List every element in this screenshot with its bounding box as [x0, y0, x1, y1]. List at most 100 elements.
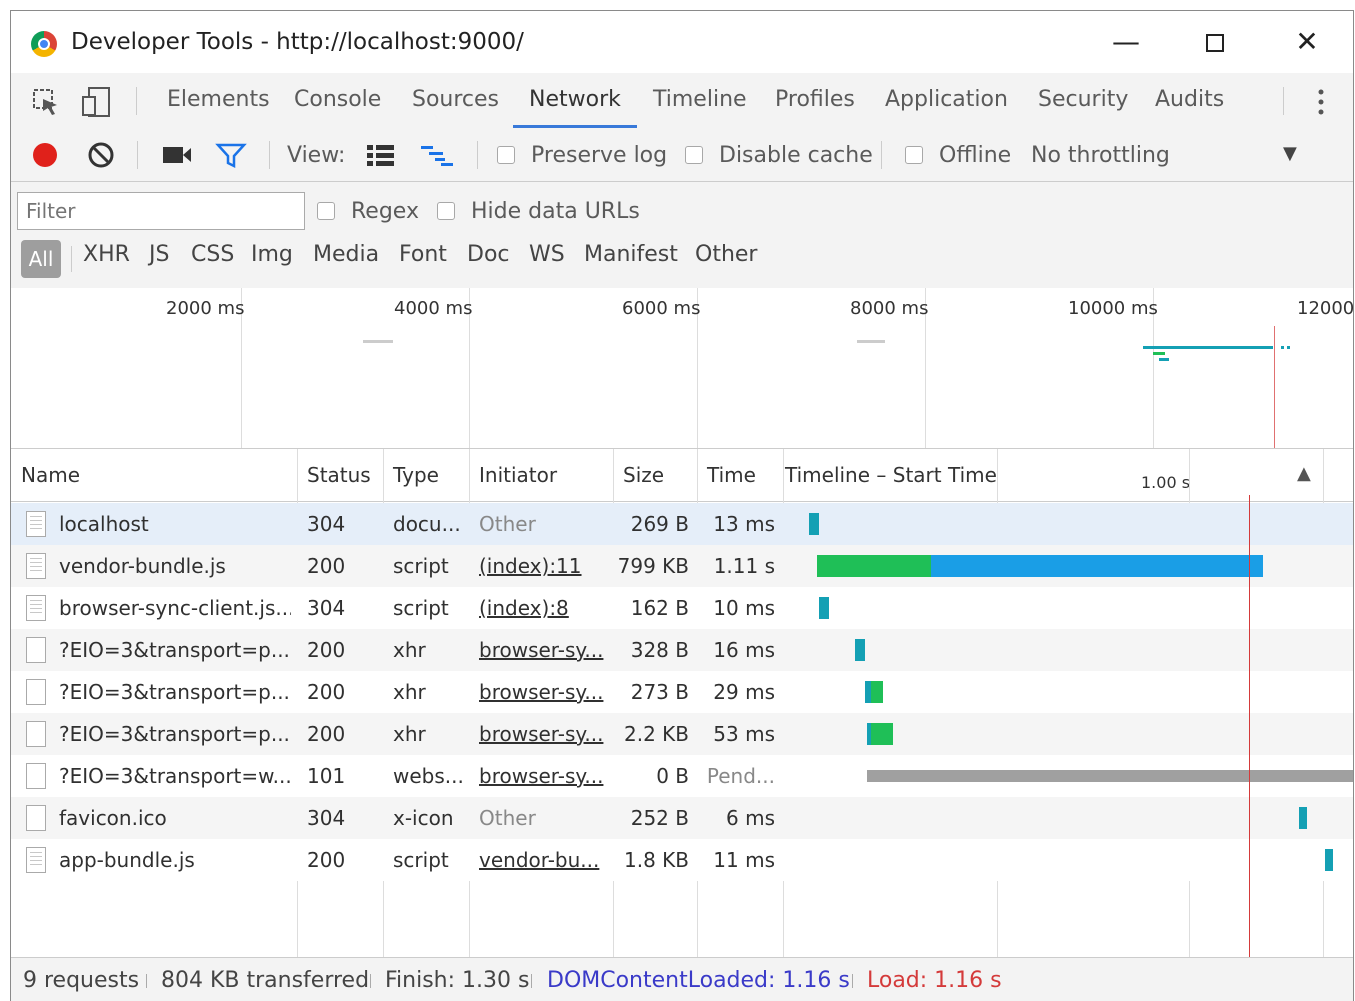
regex-checkbox[interactable]	[317, 202, 335, 220]
large-rows-icon[interactable]	[365, 143, 397, 167]
table-row[interactable]: ?EIO=3&transport=p... 200 xhr browser-sy...…	[11, 671, 1353, 713]
table-row[interactable]: ?EIO=3&transport=p... 200 xhr browser-sy...…	[11, 713, 1353, 755]
load-event-marker	[1249, 495, 1250, 957]
overview-bar	[1159, 358, 1169, 361]
request-status: 200	[307, 680, 346, 704]
type-filter-xhr[interactable]: XHR	[83, 242, 130, 267]
sort-ascending-icon[interactable]: ▲	[1297, 463, 1311, 484]
table-row[interactable]: vendor-bundle.js 200 script (index):11 799 K…	[11, 545, 1353, 587]
capture-screenshots-icon[interactable]	[161, 143, 193, 167]
separator	[531, 974, 532, 988]
type-filter-doc[interactable]: Doc	[467, 242, 510, 267]
request-name: app-bundle.js	[59, 848, 195, 872]
column-header-size[interactable]: Size	[623, 463, 664, 487]
column-header-status[interactable]: Status	[307, 463, 371, 487]
request-status: 200	[307, 638, 346, 662]
request-time: Pend...	[706, 764, 775, 788]
request-initiator[interactable]: browser-sy...	[479, 764, 609, 788]
separator	[146, 974, 147, 988]
window-title: Developer Tools - http://localhost:9000/	[71, 29, 524, 55]
request-size: 273 B	[630, 680, 689, 704]
table-row[interactable]: ?EIO=3&transport=p... 200 xhr browser-sy...…	[11, 629, 1353, 671]
request-initiator[interactable]: browser-sy...	[479, 722, 609, 746]
filter-input[interactable]	[17, 192, 305, 230]
tab-console[interactable]: Console	[294, 87, 381, 112]
type-filter-other[interactable]: Other	[695, 242, 757, 267]
type-filter-ws[interactable]: WS	[529, 242, 565, 267]
overview-waterfall-icon[interactable]	[419, 143, 455, 167]
throttling-select[interactable]: No throttling	[1031, 143, 1170, 168]
record-icon[interactable]	[31, 141, 59, 169]
device-toolbar-icon[interactable]	[81, 85, 115, 119]
minimize-button[interactable]: —	[1106, 25, 1146, 59]
overview-bar	[1281, 346, 1291, 349]
type-filter-img[interactable]: Img	[251, 242, 293, 267]
type-filter-js[interactable]: JS	[149, 242, 169, 267]
request-initiator[interactable]: (index):11	[479, 554, 609, 578]
type-filter-all[interactable]: All	[21, 240, 61, 278]
column-header-type[interactable]: Type	[393, 463, 439, 487]
throttling-dropdown-icon[interactable]: ▼	[1283, 143, 1297, 164]
waterfall-bar	[1325, 849, 1333, 871]
request-time: 1.11 s	[713, 554, 775, 578]
table-row[interactable]: browser-sync-client.js... 304 script (index…	[11, 587, 1353, 629]
file-icon	[26, 637, 46, 663]
request-name: ?EIO=3&transport=p...	[59, 638, 290, 662]
table-row[interactable]: app-bundle.js 200 script vendor-bu... 1.8 KB…	[11, 839, 1353, 881]
tab-elements[interactable]: Elements	[167, 87, 270, 112]
table-row[interactable]: favicon.ico 304 x-icon Other 252 B 6 ms	[11, 797, 1353, 839]
close-button[interactable]: ✕	[1287, 25, 1327, 59]
offline-checkbox[interactable]	[905, 146, 923, 164]
type-filter-font[interactable]: Font	[399, 242, 447, 267]
table-row[interactable]: ?EIO=3&transport=w... 101 webs... browser-s…	[11, 755, 1353, 797]
overview-bar	[857, 340, 885, 343]
clear-icon[interactable]	[87, 141, 115, 169]
network-overview[interactable]: 2000 ms 4000 ms 6000 ms 8000 ms 10000 ms…	[11, 288, 1353, 449]
request-name: localhost	[59, 512, 149, 536]
request-count: 9 requests	[23, 968, 140, 993]
column-header-name[interactable]: Name	[21, 463, 80, 487]
tab-audits[interactable]: Audits	[1155, 87, 1224, 112]
type-filter-manifest[interactable]: Manifest	[584, 242, 678, 267]
column-header-timeline[interactable]: Timeline – Start Time	[785, 463, 997, 487]
column-header-initiator[interactable]: Initiator	[479, 463, 557, 487]
request-name: browser-sync-client.js...	[59, 596, 291, 620]
overview-bar	[363, 340, 393, 343]
tab-sources[interactable]: Sources	[412, 87, 499, 112]
request-size: 2.2 KB	[624, 722, 689, 746]
load-time: Load: 1.16 s	[867, 968, 1002, 993]
overview-tick-label: 8000 ms	[850, 298, 929, 319]
request-name: vendor-bundle.js	[59, 554, 226, 578]
request-time: 53 ms	[713, 722, 775, 746]
table-row[interactable]: localhost 304 docu... Other 269 B 13 ms	[11, 503, 1353, 545]
more-menu-icon[interactable]	[1311, 87, 1331, 117]
filter-icon[interactable]	[215, 141, 247, 169]
disable-cache-checkbox[interactable]	[685, 146, 703, 164]
waterfall-bar	[819, 597, 829, 619]
request-initiator[interactable]: browser-sy...	[479, 638, 609, 662]
waterfall-bar	[867, 770, 1353, 782]
request-size: 269 B	[630, 512, 689, 536]
tab-application[interactable]: Application	[885, 87, 1008, 112]
file-icon	[26, 679, 46, 705]
tab-timeline[interactable]: Timeline	[653, 87, 747, 112]
tab-security[interactable]: Security	[1038, 87, 1128, 112]
hide-data-urls-checkbox[interactable]	[437, 202, 455, 220]
type-filter-css[interactable]: CSS	[191, 242, 234, 267]
column-header-time[interactable]: Time	[707, 463, 756, 487]
preserve-log-checkbox[interactable]	[497, 146, 515, 164]
request-initiator[interactable]: (index):8	[479, 596, 609, 620]
request-initiator[interactable]: vendor-bu...	[479, 848, 609, 872]
request-type: docu...	[393, 512, 461, 536]
request-initiator[interactable]: browser-sy...	[479, 680, 609, 704]
type-filter-media[interactable]: Media	[313, 242, 379, 267]
timeline-scale-label: 1.00 s	[1141, 473, 1191, 492]
waterfall-bar	[871, 681, 883, 703]
request-time: 29 ms	[713, 680, 775, 704]
inspect-element-icon[interactable]	[31, 87, 61, 117]
panel-tabs: Elements Console Sources Network Timelin…	[11, 73, 1353, 130]
tab-profiles[interactable]: Profiles	[775, 87, 855, 112]
maximize-button[interactable]	[1195, 25, 1235, 59]
request-type: script	[393, 596, 449, 620]
tab-network[interactable]: Network	[529, 87, 621, 112]
